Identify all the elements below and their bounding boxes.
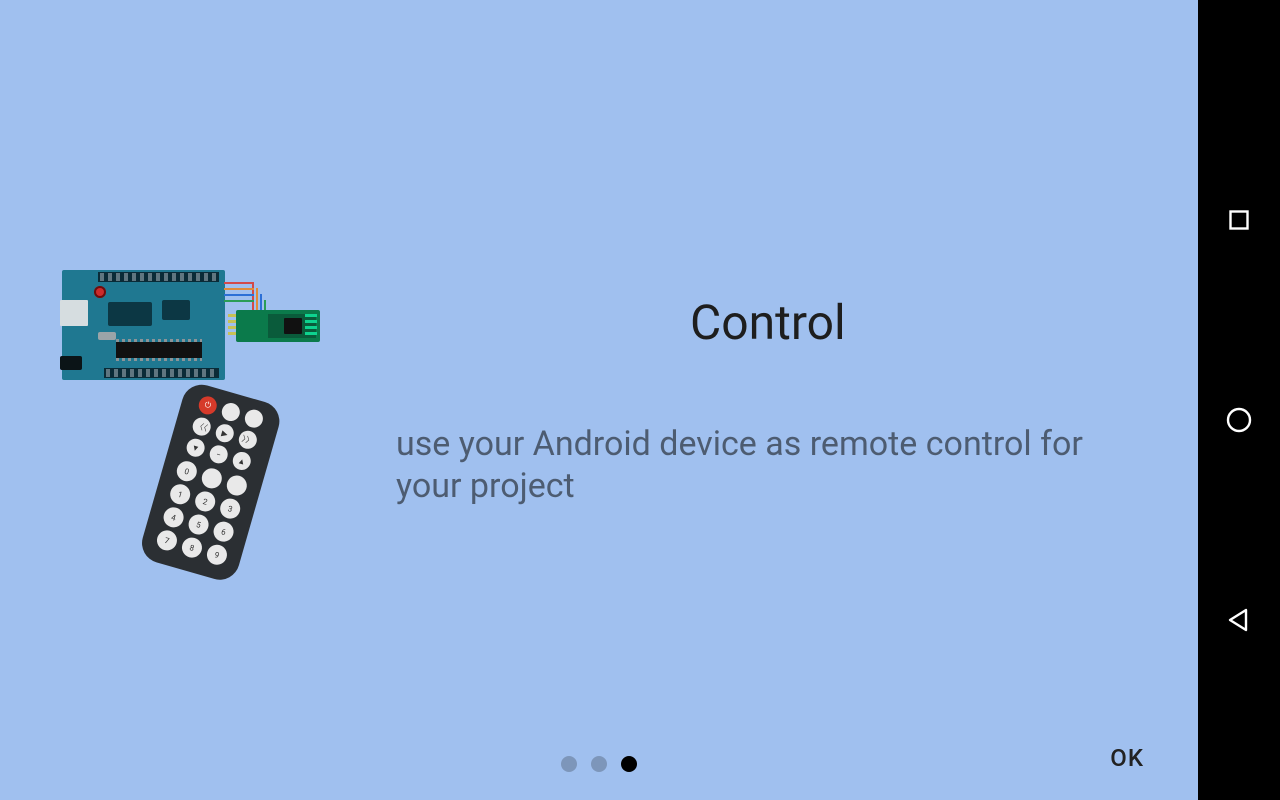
screen: ⏻ 〈〈 ▶ 〉〉 ▼ − ▲ 0 — [0, 0, 1280, 800]
system-nav-bar — [1198, 0, 1280, 800]
nav-back-button[interactable] — [1223, 604, 1255, 636]
page-dot-2[interactable] — [621, 756, 637, 772]
onboarding-title: Control — [690, 294, 846, 351]
bluetooth-module-graphic — [236, 310, 320, 342]
remote-control-graphic: ⏻ 〈〈 ▶ 〉〉 ▼ − ▲ 0 — [137, 380, 284, 584]
circle-icon — [1225, 406, 1253, 434]
onboarding-page[interactable]: ⏻ 〈〈 ▶ 〉〉 ▼ − ▲ 0 — [0, 0, 1198, 800]
ok-button[interactable]: OK — [1100, 736, 1154, 780]
arduino-board-graphic — [62, 270, 225, 380]
back-triangle-icon — [1226, 607, 1252, 633]
square-icon — [1227, 208, 1251, 232]
page-indicator — [0, 756, 1198, 772]
onboarding-description: use your Android device as remote contro… — [396, 424, 1136, 508]
nav-recent-button[interactable] — [1223, 204, 1255, 236]
page-dot-1[interactable] — [591, 756, 607, 772]
nav-home-button[interactable] — [1223, 404, 1255, 436]
page-dot-0[interactable] — [561, 756, 577, 772]
onboarding-illustration: ⏻ 〈〈 ▶ 〉〉 ▼ − ▲ 0 — [58, 270, 338, 570]
